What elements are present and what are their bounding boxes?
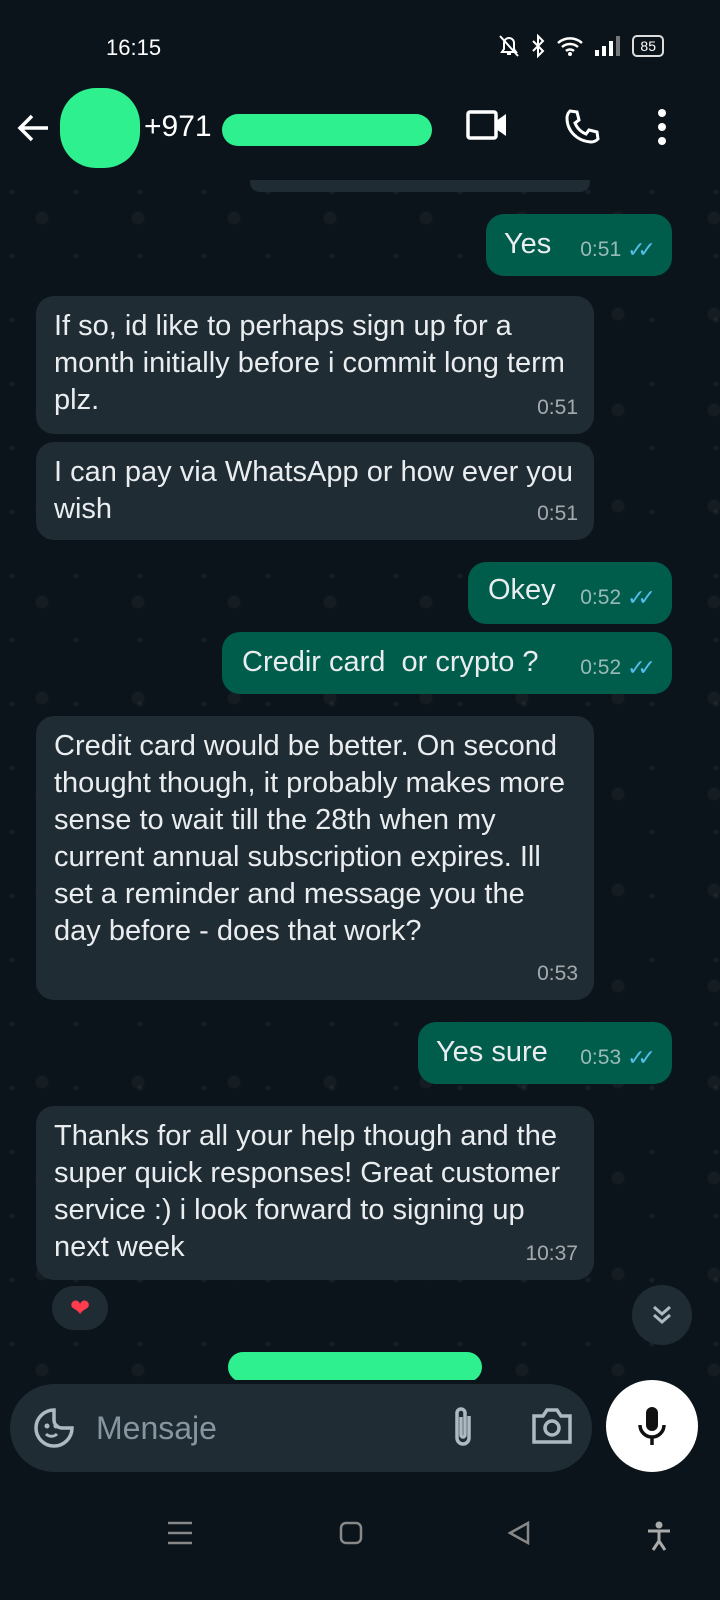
message-text: If so, id like to perhaps sign up for a … [54,310,565,416]
avatar[interactable] [60,88,140,168]
message-bubble-outgoing[interactable]: Credir card or crypto ? 0:52 ✓✓ [222,632,672,694]
message-text: Credit card would be better. On second t… [54,730,566,947]
message-meta: 0:51 ✓✓ [580,231,656,268]
arrow-left-icon[interactable] [16,110,52,146]
message-time: 0:51 [537,502,578,525]
double-check-icon: ✓✓ [627,1045,656,1070]
redaction-mark [228,1352,482,1380]
message-bubble-outgoing[interactable]: Yes sure 0:53 ✓✓ [418,1022,672,1084]
message-time: 10:37 [525,1242,578,1265]
message-meta: 0:52 ✓✓ [580,579,656,616]
message-time: 0:53 [580,1046,622,1069]
redaction-mark [222,114,432,146]
message-time: 0:51 [580,238,622,261]
message-text: Yes sure [436,1036,548,1068]
message-text: Okey [488,574,556,606]
message-meta: 0:53 ✓✓ [580,1039,656,1076]
status-icons: 85 [498,34,664,58]
mute-bell-icon [499,35,520,57]
battery-indicator: 85 [632,35,664,57]
message-bubble-incoming[interactable]: I can pay via WhatsApp or how ever you w… [36,442,594,540]
message-bubble-incoming[interactable]: Credit card would be better. On second t… [36,716,594,1000]
status-time: 16:15 [106,35,162,60]
message-bubble-incoming[interactable]: If so, id like to perhaps sign up for a … [36,296,594,434]
message-list[interactable]: Yes 0:51 ✓✓ If so, id like to perhaps sig… [0,180,720,1380]
message-meta: 0:53 [537,955,578,992]
message-text: Thanks for all your help though and the … [54,1120,561,1263]
message-text: I can pay via WhatsApp or how ever you w… [54,456,574,525]
message-text: Credir card or crypto ? [242,646,539,678]
chat-header: +971 [0,84,720,180]
double-check-icon: ✓✓ [627,655,656,680]
accessibility-icon[interactable] [646,1520,672,1552]
more-vert-icon[interactable] [656,108,668,146]
back-nav-icon[interactable] [506,1520,532,1546]
paperclip-icon[interactable] [448,1404,478,1450]
message-composer[interactable]: Mensaje [10,1384,592,1472]
scroll-to-bottom-button[interactable] [632,1285,692,1345]
previous-message-edge [250,180,590,192]
message-time: 0:52 [580,586,622,609]
status-bar: 16:15 85 [0,0,720,84]
phone-icon[interactable] [562,108,600,146]
message-input[interactable]: Mensaje [96,1410,217,1447]
home-icon[interactable] [338,1520,364,1546]
message-bubble-outgoing[interactable]: Yes 0:51 ✓✓ [486,214,672,276]
double-check-icon: ✓✓ [627,237,656,262]
camera-icon[interactable] [530,1406,574,1446]
message-time: 0:51 [537,396,578,419]
message-bubble-outgoing[interactable]: Okey 0:52 ✓✓ [468,562,672,624]
sticker-icon[interactable] [32,1406,76,1450]
heart-reaction-badge[interactable]: ❤ [52,1286,108,1330]
message-text: Yes [504,228,552,260]
message-meta: 0:52 ✓✓ [580,649,656,686]
signal-icon [595,36,621,56]
mic-icon [638,1407,666,1445]
message-meta: 10:37 [525,1235,578,1272]
voice-message-button[interactable] [606,1380,698,1472]
heart-icon: ❤ [69,1294,91,1322]
message-meta: 0:51 [537,495,578,532]
message-time: 0:53 [537,962,578,985]
double-chevron-down-icon [653,1305,671,1324]
wifi-icon [557,37,584,56]
video-call-icon[interactable] [466,108,508,142]
message-meta: 0:51 [537,389,578,426]
contact-name[interactable]: +971 [144,110,212,144]
message-time: 0:52 [580,656,622,679]
double-check-icon: ✓✓ [627,585,656,610]
system-navigation-bar [0,1480,720,1600]
recent-apps-icon[interactable] [166,1520,194,1546]
bluetooth-icon [532,34,545,58]
message-bubble-incoming[interactable]: Thanks for all your help though and the … [36,1106,594,1280]
